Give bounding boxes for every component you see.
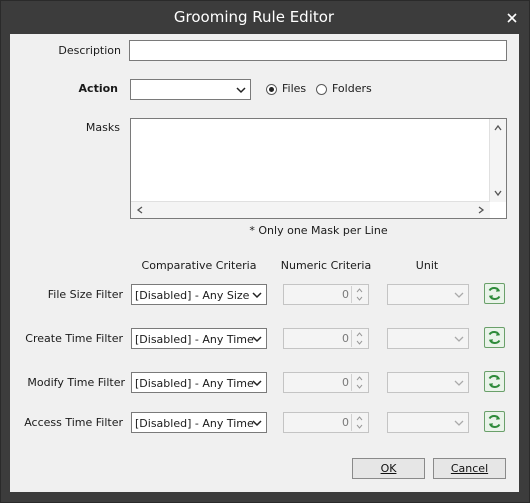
comparative-criteria-dropdown[interactable]: [Disabled] - Any Time [131,328,267,349]
comparative-criteria-dropdown[interactable]: [Disabled] - Any Size [131,284,267,305]
numeric-criteria-spinner[interactable]: 0 [283,412,369,433]
scroll-right-icon[interactable] [475,204,487,216]
ok-button[interactable]: OK [352,458,425,479]
numeric-value: 0 [342,332,349,345]
numeric-criteria-spinner[interactable]: 0 [283,328,369,349]
spin-down-icon[interactable] [352,383,367,391]
comparative-value: [Disabled] - Any Time [135,417,254,430]
masks-label: Masks [85,121,120,134]
action-dropdown[interactable] [130,79,251,100]
masks-horizontal-scrollbar[interactable] [131,201,490,218]
spinner-buttons[interactable] [351,330,367,347]
spin-down-icon[interactable] [352,423,367,431]
refresh-icon[interactable] [484,283,505,304]
unit-dropdown[interactable] [387,284,469,305]
comparative-value: [Disabled] - Any Size [135,289,250,302]
description-field[interactable] [129,40,507,61]
chevron-down-icon [454,420,464,426]
numeric-criteria-spinner[interactable]: 0 [283,284,369,305]
masks-note: * Only one Mask per Line [249,224,388,237]
chevron-down-icon [236,87,246,94]
spin-up-icon[interactable] [352,286,367,294]
ok-label: OK [380,462,397,475]
chevron-down-icon [252,380,262,387]
numeric-value: 0 [342,288,349,301]
cancel-label: Cancel [450,462,489,475]
spinner-buttons[interactable] [351,374,367,391]
refresh-icon[interactable] [484,411,505,432]
spin-up-icon[interactable] [352,414,367,422]
close-icon[interactable] [505,10,519,24]
spin-down-icon[interactable] [352,339,367,347]
header-comparative: Comparative Criteria [141,259,257,272]
comparative-criteria-dropdown[interactable]: [Disabled] - Any Time [131,372,267,393]
comparative-value: [Disabled] - Any Time [135,333,254,346]
spin-up-icon[interactable] [352,374,367,382]
scroll-left-icon[interactable] [134,204,146,216]
masks-textarea[interactable] [130,118,507,219]
spinner-buttons[interactable] [351,414,367,431]
numeric-value: 0 [342,416,349,429]
chevron-down-icon [454,336,464,342]
header-numeric: Numeric Criteria [280,259,372,272]
filter-row-label: Modify Time Filter [27,376,125,389]
scroll-down-icon[interactable] [492,187,504,199]
radio-files[interactable] [266,84,277,95]
cancel-button[interactable]: Cancel [433,458,506,479]
chevron-down-icon [252,292,262,299]
spinner-buttons[interactable] [351,286,367,303]
numeric-value: 0 [342,376,349,389]
refresh-icon[interactable] [484,371,505,392]
spin-up-icon[interactable] [352,330,367,338]
chevron-down-icon [454,292,464,298]
unit-dropdown[interactable] [387,412,469,433]
title-bar[interactable]: Grooming Rule Editor [1,1,529,34]
radio-files-label[interactable]: Files [282,82,306,95]
comparative-criteria-dropdown[interactable]: [Disabled] - Any Time [131,412,267,433]
masks-vertical-scrollbar[interactable] [489,119,506,202]
radio-folders[interactable] [316,84,327,95]
window-title: Grooming Rule Editor [173,8,335,26]
dialog-window: Grooming Rule Editor Description Action … [0,0,530,503]
filter-row-label: Access Time Filter [24,416,123,429]
numeric-criteria-spinner[interactable]: 0 [283,372,369,393]
filter-row-label: Create Time Filter [25,332,123,345]
scroll-up-icon[interactable] [492,122,504,134]
chevron-down-icon [454,380,464,386]
radio-selected-dot [269,87,274,92]
spin-down-icon[interactable] [352,295,367,303]
chevron-down-icon [252,336,262,343]
unit-dropdown[interactable] [387,328,469,349]
filter-row-label: File Size Filter [47,288,123,301]
refresh-icon[interactable] [484,327,505,348]
header-unit: Unit [415,259,439,272]
unit-dropdown[interactable] [387,372,469,393]
comparative-value: [Disabled] - Any Time [135,377,254,390]
radio-folders-label[interactable]: Folders [332,82,372,95]
chevron-down-icon [252,420,262,427]
action-label: Action [78,82,118,95]
dialog-body: Description Action Files Folders Masks *… [10,34,519,492]
description-label: Description [58,44,121,57]
